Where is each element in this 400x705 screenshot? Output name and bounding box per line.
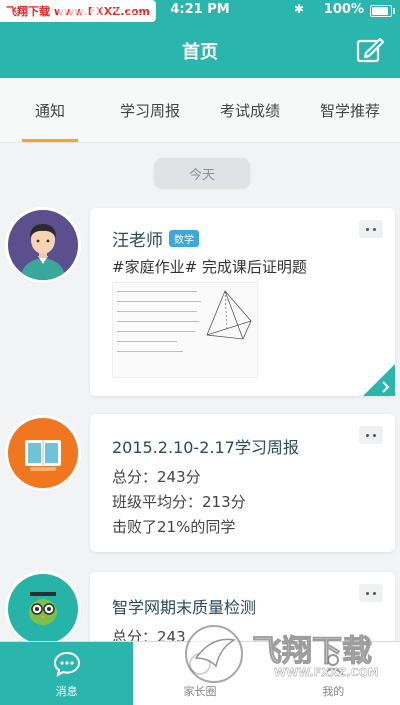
tab-exam-scores[interactable]: 考试成绩 [200,78,300,142]
weekly-report-card[interactable]: 2015.2.10-2.17学习周报 总分：243分 班级平均分：213分 击败… [90,414,395,552]
tab-profile[interactable]: 我的 [267,642,400,705]
profile-icon [322,654,345,676]
tab-parent-circle[interactable]: 家长圈 [133,642,266,705]
homework-text: #家庭作业# 完成课后证明题 [112,258,307,276]
date-divider: 今天 [154,158,250,188]
beat-percentage: 击败了21%的同学 [112,518,236,536]
report-title: 2015.2.10-2.17学习周报 [112,438,299,457]
report-avatar[interactable] [8,418,78,488]
page-title: 首页 [182,42,218,63]
tab-weekly-report[interactable]: 学习周报 [100,78,200,142]
more-options-button[interactable] [359,426,383,444]
homework-card[interactable]: 汪老师 数学 #家庭作业# 完成课后证明题 [90,208,395,396]
sender-row: 汪老师 数学 [112,226,199,251]
homework-image[interactable] [112,282,258,378]
tab-notifications[interactable]: 通知 [0,78,100,142]
tab-parent-circle-label: 家长圈 [183,685,217,698]
category-tabs: 通知 学习周报 考试成绩 智学推荐 [0,78,400,143]
battery-icon [370,5,395,17]
total-score: 总分：243分 [112,468,201,486]
edit-icon [356,37,385,63]
chat-icon [53,651,80,678]
expand-corner-icon[interactable] [363,364,395,396]
teacher-avatar[interactable] [8,210,78,280]
more-options-button[interactable] [359,584,383,602]
tab-profile-label: 我的 [322,685,345,698]
exam-title: 智学网期末质量检测 [112,598,257,617]
class-average: 班级平均分：213分 [112,493,246,511]
book-icon [8,418,78,488]
tab-messages[interactable]: 消息 [0,642,134,705]
teacher-name: 汪老师 [112,231,163,251]
owl-icon [8,574,78,644]
edit-button[interactable] [354,34,386,66]
more-options-button[interactable] [359,220,383,238]
battery-percent: 100% [323,2,364,17]
bottom-tab-bar: 消息 家长圈 我的 [0,641,400,705]
bluetooth-icon: ✱ [293,2,304,16]
status-bar: 飞翔下载 www.FXXZ.com ●●●●○ BELL 4:21 PM ✱ 1… [0,0,400,22]
tab-messages-label: 消息 [55,685,78,698]
teacher-avatar-icon [8,210,78,280]
tab-recommendations[interactable]: 智学推荐 [300,78,400,142]
exam-avatar[interactable] [8,574,78,644]
circle-icon [188,653,211,675]
subject-badge: 数学 [169,230,199,247]
top-nav-bar: 首页 [0,22,400,78]
geometry-figure [206,290,252,340]
